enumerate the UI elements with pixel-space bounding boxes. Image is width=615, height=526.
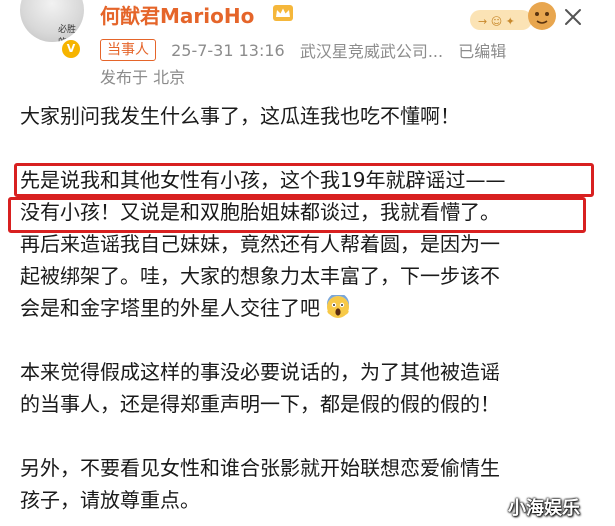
svg-text:→ ☺ ✦: → ☺ ✦: [478, 15, 515, 28]
paragraph-text: 会是和金字塔里的外星人交往了吧: [20, 296, 320, 320]
crown-icon: [273, 5, 293, 21]
highlighted-line: 先是说我和其他女性有小孩，这个我19年就辟谣过——: [20, 168, 506, 192]
highlighted-line: 没有小孩！又说是和双胞胎姐妹都谈过，我就看懵了。: [20, 200, 500, 224]
post-source[interactable]: 武汉星竞威武公司...: [300, 42, 443, 61]
close-icon[interactable]: [562, 6, 584, 28]
avatar[interactable]: 必胜的: [20, 0, 84, 42]
paragraph-line: 再后来造谣我自己妹妹，竟然还有人帮着圆，是因为一: [20, 232, 500, 256]
post-body: 大家别问我发生什么事了，这瓜连我也吃不懂啊！ 先是说我和其他女性有小孩，这个我1…: [20, 100, 610, 516]
post-meta: 当事人 25-7-31 13:16 武汉星竞威武公司... 已编辑: [100, 38, 516, 61]
paragraph-line: 本来觉得假成这样的事没必要说话的，为了其他被造谣: [20, 360, 500, 384]
paragraph-line: 会是和金字塔里的外星人交往了吧: [20, 292, 610, 324]
author-name[interactable]: 何猷君MarioHo: [100, 0, 254, 29]
paragraph-line: 起被绑架了。哇，大家的想象力太丰富了，下一步该不: [20, 264, 500, 288]
post-location: 发布于 北京: [100, 68, 186, 87]
post-datetime: 25-7-31 13:16: [171, 40, 285, 60]
verified-badge-icon: V: [60, 38, 82, 60]
cartoon-sticker-icon: → ☺ ✦: [470, 2, 556, 30]
paragraph-line: 另外，不要看见女性和谁合张影就开始联想恋爱偷情生: [20, 456, 500, 480]
involved-party-badge: 当事人: [100, 39, 156, 61]
post-header: 必胜的 V 何猷君MarioHo → ☺ ✦ 当事人 25-7-31 13:16…: [0, 0, 615, 92]
watermark: 小海娱乐: [508, 498, 580, 519]
paragraph-line: 的当事人，还是得郑重声明一下，都是假的假的假的！: [20, 392, 500, 416]
scream-emoji-icon: [327, 295, 350, 318]
edited-label[interactable]: 已编辑: [458, 42, 506, 61]
paragraph: 大家别问我发生什么事了，这瓜连我也吃不懂啊！: [20, 104, 460, 128]
